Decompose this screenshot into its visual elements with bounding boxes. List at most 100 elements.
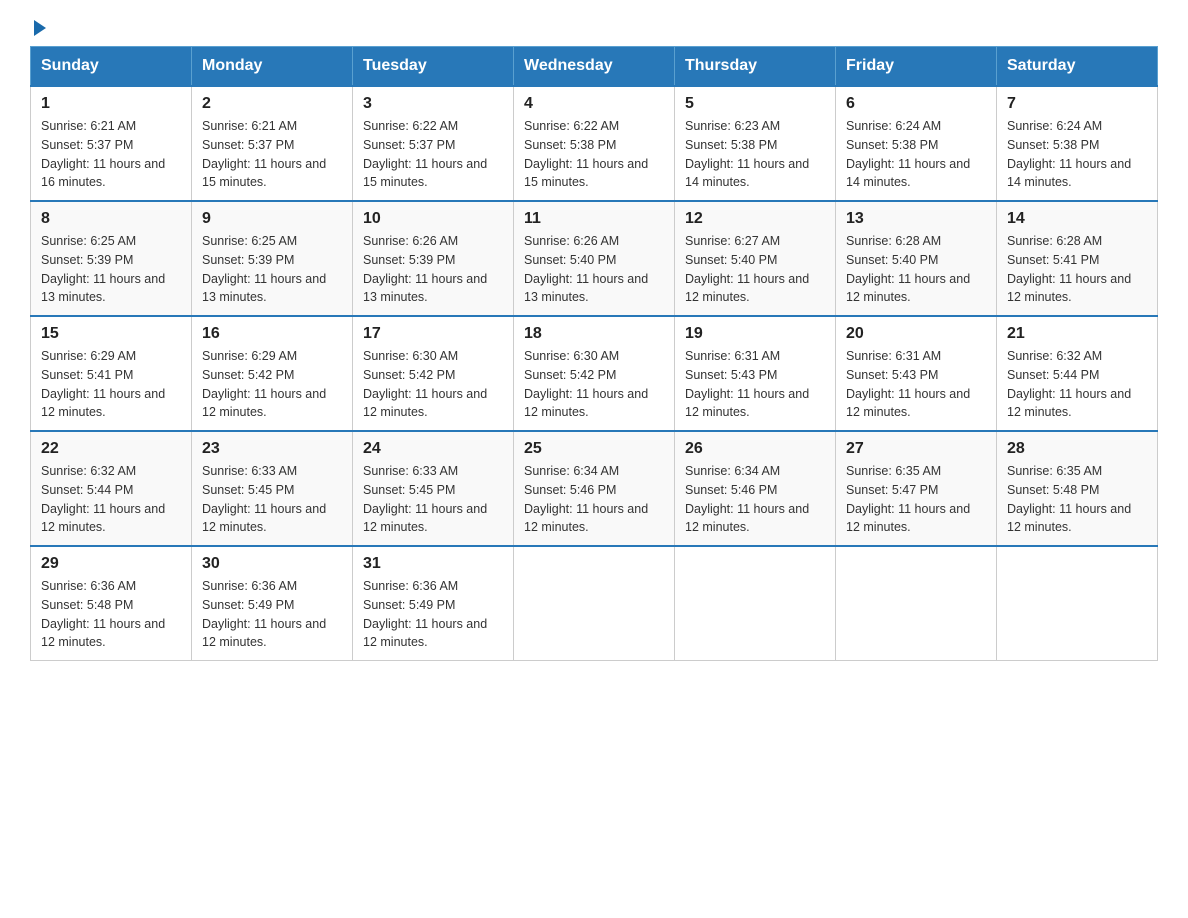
table-row: 3 Sunrise: 6:22 AMSunset: 5:37 PMDayligh… (353, 86, 514, 201)
table-row: 10 Sunrise: 6:26 AMSunset: 5:39 PMDaylig… (353, 201, 514, 316)
table-row: 6 Sunrise: 6:24 AMSunset: 5:38 PMDayligh… (836, 86, 997, 201)
header-tuesday: Tuesday (353, 47, 514, 87)
header-thursday: Thursday (675, 47, 836, 87)
table-row: 27 Sunrise: 6:35 AMSunset: 5:47 PMDaylig… (836, 431, 997, 546)
day-number: 13 (846, 210, 986, 228)
table-row (675, 546, 836, 661)
day-info: Sunrise: 6:35 AMSunset: 5:47 PMDaylight:… (846, 462, 986, 537)
day-info: Sunrise: 6:24 AMSunset: 5:38 PMDaylight:… (1007, 117, 1147, 192)
table-row (836, 546, 997, 661)
header-sunday: Sunday (31, 47, 192, 87)
day-info: Sunrise: 6:32 AMSunset: 5:44 PMDaylight:… (1007, 347, 1147, 422)
day-info: Sunrise: 6:25 AMSunset: 5:39 PMDaylight:… (202, 232, 342, 307)
day-number: 11 (524, 210, 664, 228)
day-info: Sunrise: 6:26 AMSunset: 5:40 PMDaylight:… (524, 232, 664, 307)
day-number: 18 (524, 325, 664, 343)
day-number: 16 (202, 325, 342, 343)
day-number: 24 (363, 440, 503, 458)
logo (30, 20, 48, 36)
table-row: 29 Sunrise: 6:36 AMSunset: 5:48 PMDaylig… (31, 546, 192, 661)
day-number: 23 (202, 440, 342, 458)
table-row: 23 Sunrise: 6:33 AMSunset: 5:45 PMDaylig… (192, 431, 353, 546)
day-info: Sunrise: 6:30 AMSunset: 5:42 PMDaylight:… (363, 347, 503, 422)
table-row: 14 Sunrise: 6:28 AMSunset: 5:41 PMDaylig… (997, 201, 1158, 316)
table-row: 12 Sunrise: 6:27 AMSunset: 5:40 PMDaylig… (675, 201, 836, 316)
day-info: Sunrise: 6:36 AMSunset: 5:49 PMDaylight:… (202, 577, 342, 652)
day-number: 25 (524, 440, 664, 458)
header-saturday: Saturday (997, 47, 1158, 87)
day-info: Sunrise: 6:31 AMSunset: 5:43 PMDaylight:… (846, 347, 986, 422)
day-number: 1 (41, 95, 181, 113)
header-row: Sunday Monday Tuesday Wednesday Thursday… (31, 47, 1158, 87)
header-wednesday: Wednesday (514, 47, 675, 87)
calendar-week-4: 22 Sunrise: 6:32 AMSunset: 5:44 PMDaylig… (31, 431, 1158, 546)
day-number: 27 (846, 440, 986, 458)
table-row (514, 546, 675, 661)
day-number: 8 (41, 210, 181, 228)
day-number: 17 (363, 325, 503, 343)
table-row: 17 Sunrise: 6:30 AMSunset: 5:42 PMDaylig… (353, 316, 514, 431)
table-row: 7 Sunrise: 6:24 AMSunset: 5:38 PMDayligh… (997, 86, 1158, 201)
day-info: Sunrise: 6:28 AMSunset: 5:41 PMDaylight:… (1007, 232, 1147, 307)
table-row: 2 Sunrise: 6:21 AMSunset: 5:37 PMDayligh… (192, 86, 353, 201)
day-info: Sunrise: 6:22 AMSunset: 5:38 PMDaylight:… (524, 117, 664, 192)
day-info: Sunrise: 6:36 AMSunset: 5:48 PMDaylight:… (41, 577, 181, 652)
day-info: Sunrise: 6:34 AMSunset: 5:46 PMDaylight:… (685, 462, 825, 537)
table-row: 30 Sunrise: 6:36 AMSunset: 5:49 PMDaylig… (192, 546, 353, 661)
table-row: 9 Sunrise: 6:25 AMSunset: 5:39 PMDayligh… (192, 201, 353, 316)
calendar-week-3: 15 Sunrise: 6:29 AMSunset: 5:41 PMDaylig… (31, 316, 1158, 431)
day-number: 29 (41, 555, 181, 573)
day-number: 15 (41, 325, 181, 343)
calendar-table: Sunday Monday Tuesday Wednesday Thursday… (30, 46, 1158, 661)
table-row: 11 Sunrise: 6:26 AMSunset: 5:40 PMDaylig… (514, 201, 675, 316)
day-number: 3 (363, 95, 503, 113)
table-row: 19 Sunrise: 6:31 AMSunset: 5:43 PMDaylig… (675, 316, 836, 431)
day-number: 20 (846, 325, 986, 343)
day-info: Sunrise: 6:26 AMSunset: 5:39 PMDaylight:… (363, 232, 503, 307)
day-number: 4 (524, 95, 664, 113)
day-number: 7 (1007, 95, 1147, 113)
day-info: Sunrise: 6:32 AMSunset: 5:44 PMDaylight:… (41, 462, 181, 537)
day-info: Sunrise: 6:22 AMSunset: 5:37 PMDaylight:… (363, 117, 503, 192)
calendar-week-1: 1 Sunrise: 6:21 AMSunset: 5:37 PMDayligh… (31, 86, 1158, 201)
table-row: 4 Sunrise: 6:22 AMSunset: 5:38 PMDayligh… (514, 86, 675, 201)
calendar-week-2: 8 Sunrise: 6:25 AMSunset: 5:39 PMDayligh… (31, 201, 1158, 316)
table-row: 25 Sunrise: 6:34 AMSunset: 5:46 PMDaylig… (514, 431, 675, 546)
table-row: 28 Sunrise: 6:35 AMSunset: 5:48 PMDaylig… (997, 431, 1158, 546)
day-info: Sunrise: 6:33 AMSunset: 5:45 PMDaylight:… (202, 462, 342, 537)
logo-triangle-icon (34, 20, 46, 36)
day-number: 9 (202, 210, 342, 228)
day-info: Sunrise: 6:28 AMSunset: 5:40 PMDaylight:… (846, 232, 986, 307)
day-number: 19 (685, 325, 825, 343)
day-info: Sunrise: 6:34 AMSunset: 5:46 PMDaylight:… (524, 462, 664, 537)
day-number: 14 (1007, 210, 1147, 228)
day-number: 5 (685, 95, 825, 113)
day-info: Sunrise: 6:36 AMSunset: 5:49 PMDaylight:… (363, 577, 503, 652)
header-monday: Monday (192, 47, 353, 87)
day-info: Sunrise: 6:27 AMSunset: 5:40 PMDaylight:… (685, 232, 825, 307)
day-info: Sunrise: 6:23 AMSunset: 5:38 PMDaylight:… (685, 117, 825, 192)
day-info: Sunrise: 6:31 AMSunset: 5:43 PMDaylight:… (685, 347, 825, 422)
day-info: Sunrise: 6:25 AMSunset: 5:39 PMDaylight:… (41, 232, 181, 307)
table-row: 1 Sunrise: 6:21 AMSunset: 5:37 PMDayligh… (31, 86, 192, 201)
day-number: 28 (1007, 440, 1147, 458)
table-row (997, 546, 1158, 661)
day-info: Sunrise: 6:29 AMSunset: 5:42 PMDaylight:… (202, 347, 342, 422)
day-info: Sunrise: 6:33 AMSunset: 5:45 PMDaylight:… (363, 462, 503, 537)
day-number: 22 (41, 440, 181, 458)
table-row: 21 Sunrise: 6:32 AMSunset: 5:44 PMDaylig… (997, 316, 1158, 431)
table-row: 31 Sunrise: 6:36 AMSunset: 5:49 PMDaylig… (353, 546, 514, 661)
table-row: 20 Sunrise: 6:31 AMSunset: 5:43 PMDaylig… (836, 316, 997, 431)
day-info: Sunrise: 6:24 AMSunset: 5:38 PMDaylight:… (846, 117, 986, 192)
table-row: 8 Sunrise: 6:25 AMSunset: 5:39 PMDayligh… (31, 201, 192, 316)
day-number: 21 (1007, 325, 1147, 343)
table-row: 15 Sunrise: 6:29 AMSunset: 5:41 PMDaylig… (31, 316, 192, 431)
header-friday: Friday (836, 47, 997, 87)
table-row: 13 Sunrise: 6:28 AMSunset: 5:40 PMDaylig… (836, 201, 997, 316)
day-info: Sunrise: 6:35 AMSunset: 5:48 PMDaylight:… (1007, 462, 1147, 537)
day-info: Sunrise: 6:30 AMSunset: 5:42 PMDaylight:… (524, 347, 664, 422)
table-row: 16 Sunrise: 6:29 AMSunset: 5:42 PMDaylig… (192, 316, 353, 431)
day-info: Sunrise: 6:29 AMSunset: 5:41 PMDaylight:… (41, 347, 181, 422)
day-number: 6 (846, 95, 986, 113)
calendar-week-5: 29 Sunrise: 6:36 AMSunset: 5:48 PMDaylig… (31, 546, 1158, 661)
